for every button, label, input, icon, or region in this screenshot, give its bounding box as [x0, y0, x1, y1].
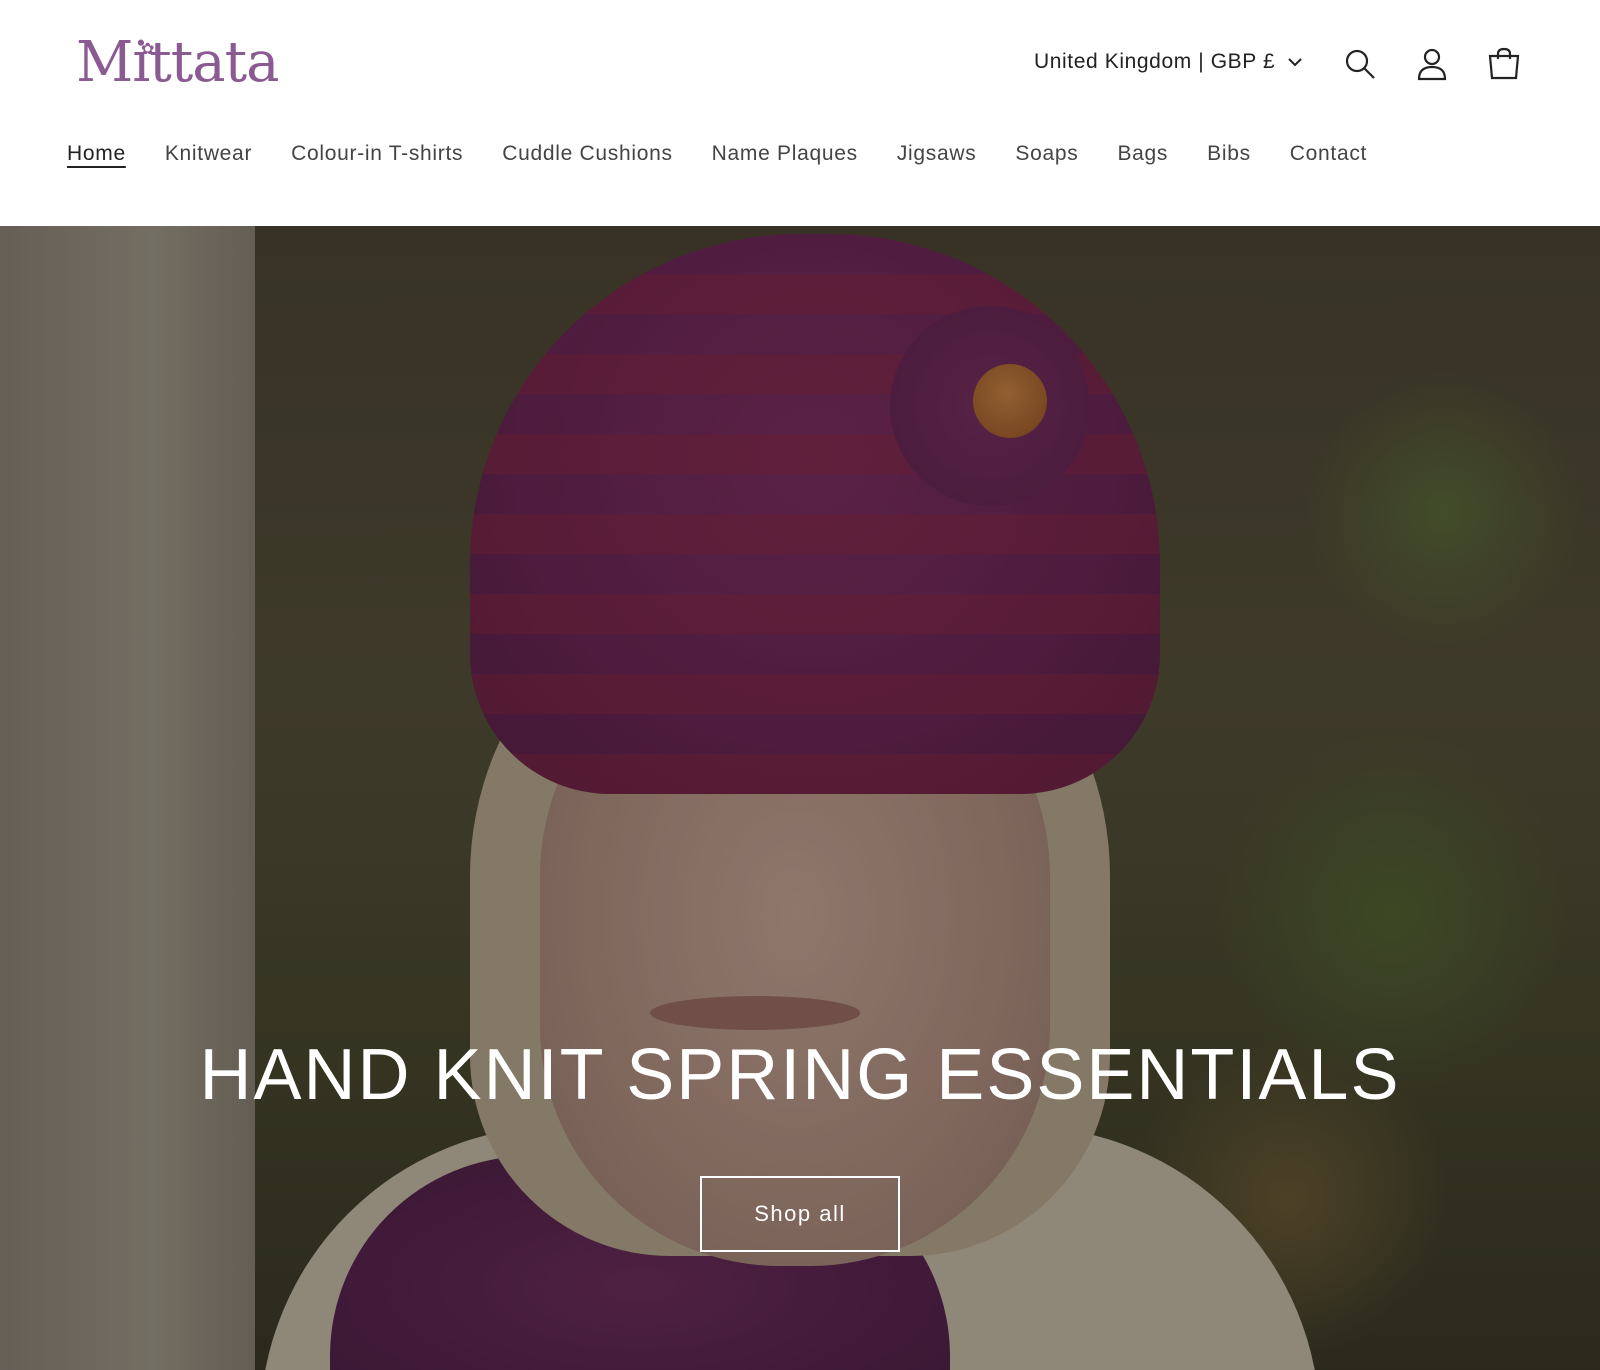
chevron-down-icon [1288, 58, 1302, 67]
country-currency-selector[interactable]: United Kingdom | GBP £ [1034, 50, 1303, 74]
search-button[interactable] [1340, 44, 1380, 84]
nav-item-soaps[interactable]: Soaps [1015, 142, 1078, 166]
search-icon [1345, 49, 1375, 79]
nav-item-name-plaques[interactable]: Name Plaques [712, 142, 858, 166]
nav-item-contact[interactable]: Contact [1290, 142, 1367, 166]
nav-item-cuddle-cushions[interactable]: Cuddle Cushions [502, 142, 672, 166]
nav-item-knitwear[interactable]: Knitwear [165, 142, 252, 166]
nav-item-home[interactable]: Home [67, 142, 126, 166]
cart-button[interactable] [1484, 44, 1524, 84]
brand-logo[interactable]: Mittata [76, 30, 280, 95]
nav-item-bibs[interactable]: Bibs [1207, 142, 1251, 166]
nav-item-colour-in-tshirts[interactable]: Colour-in T-shirts [291, 142, 463, 166]
site-header: Mittata ✿ United Kingdom | GBP £ Home Kn… [0, 0, 1600, 226]
main-nav: Home Knitwear Colour-in T-shirts Cuddle … [67, 142, 1406, 166]
hero-title: HAND KNIT SPRING ESSENTIALS [199, 1035, 1401, 1115]
logo-flower-icon: ✿ [141, 39, 155, 58]
country-currency-label: United Kingdom | GBP £ [1034, 50, 1276, 73]
nav-item-jigsaws[interactable]: Jigsaws [897, 142, 977, 166]
cart-icon [1488, 47, 1520, 80]
hero-banner: HAND KNIT SPRING ESSENTIALS Shop all [0, 226, 1600, 1370]
shop-all-button[interactable]: Shop all [700, 1176, 900, 1252]
account-icon [1417, 48, 1447, 81]
nav-item-bags[interactable]: Bags [1117, 142, 1168, 166]
account-button[interactable] [1412, 44, 1452, 84]
